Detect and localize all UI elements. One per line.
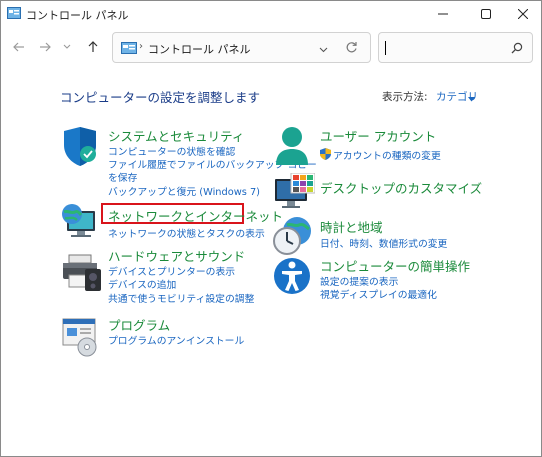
category-title-clock-region[interactable]: 時計と地域: [320, 217, 383, 236]
close-icon: [518, 9, 528, 19]
link-devices-printers[interactable]: デバイスとプリンターの表示: [108, 264, 235, 278]
link-file-history-backup-cont[interactable]: を保存: [108, 170, 137, 184]
link-mobility-settings[interactable]: 共通で使うモビリティ設定の調整: [108, 291, 254, 305]
printer-speaker-icon[interactable]: [61, 251, 103, 293]
maximize-icon: [481, 9, 491, 19]
chevron-down-icon: [319, 47, 328, 53]
shield-security-icon[interactable]: [61, 125, 103, 167]
maximize-button[interactable]: [468, 1, 504, 27]
category-title-network-internet[interactable]: ネットワークとインターネット: [108, 206, 283, 225]
category-title-personalization[interactable]: デスクトップのカスタマイズ: [320, 178, 482, 197]
category-title-hardware-sound[interactable]: ハードウェアとサウンド: [108, 246, 245, 265]
link-add-device[interactable]: デバイスの追加: [108, 277, 176, 291]
close-button[interactable]: [505, 1, 541, 27]
search-box[interactable]: [378, 32, 533, 63]
up-arrow-icon: [88, 41, 98, 52]
link-network-status-tasks[interactable]: ネットワークの状態とタスクの表示: [108, 226, 265, 240]
control-panel-window: コントロール パネル › コントロール パネル コンピューターの設定を調整します…: [0, 0, 542, 457]
refresh-button[interactable]: [345, 41, 358, 57]
navigation-bar: › コントロール パネル: [1, 31, 541, 65]
link-uninstall-program[interactable]: プログラムのアンインストール: [108, 333, 244, 347]
control-panel-location-icon: [121, 42, 137, 54]
category-title-system-security[interactable]: システムとセキュリティ: [108, 126, 244, 145]
breadcrumb-control-panel[interactable]: コントロール パネル: [148, 41, 251, 57]
forward-button[interactable]: [35, 38, 55, 56]
window-title: コントロール パネル: [26, 9, 129, 22]
caret-down-icon: [468, 97, 475, 102]
breadcrumb-separator: ›: [139, 41, 143, 52]
category-title-user-accounts[interactable]: ユーザー アカウント: [320, 126, 436, 145]
clock-globe-icon[interactable]: [273, 215, 315, 257]
up-button[interactable]: [83, 38, 103, 56]
page-heading: コンピューターの設定を調整します: [60, 90, 261, 105]
link-check-computer-status[interactable]: コンピューターの状態を確認: [108, 144, 235, 158]
category-title-ease-of-access[interactable]: コンピューターの簡単操作: [320, 256, 470, 275]
user-account-icon[interactable]: [273, 125, 315, 167]
link-backup-restore[interactable]: バックアップと復元 (Windows 7): [108, 184, 260, 198]
text-cursor: [385, 41, 386, 55]
link-optimize-visual-display[interactable]: 視覚ディスプレイの最適化: [320, 287, 437, 301]
link-date-time-number-format[interactable]: 日付、時刻、数値形式の変更: [320, 236, 447, 250]
view-by-label: 表示方法:: [382, 91, 428, 103]
view-by-dropdown-arrow[interactable]: [468, 92, 475, 105]
chevron-down-icon: [63, 44, 71, 49]
network-globe-icon[interactable]: [59, 201, 101, 243]
programs-icon[interactable]: [61, 315, 103, 357]
category-title-programs[interactable]: プログラム: [108, 315, 170, 334]
refresh-icon: [346, 42, 357, 53]
link-suggested-settings[interactable]: 設定の提案の表示: [320, 274, 398, 288]
uac-shield-icon: [320, 148, 331, 160]
back-arrow-icon: [13, 42, 24, 52]
address-bar[interactable]: › コントロール パネル: [112, 32, 371, 63]
control-panel-app-icon: [7, 7, 21, 19]
search-icon[interactable]: [511, 42, 523, 57]
back-button[interactable]: [9, 38, 29, 56]
title-bar[interactable]: コントロール パネル: [1, 1, 541, 27]
desktop-personalization-icon[interactable]: [273, 173, 315, 215]
address-dropdown-button[interactable]: [319, 43, 328, 56]
search-input[interactable]: [388, 39, 506, 57]
forward-arrow-icon: [40, 42, 51, 52]
link-change-account-type[interactable]: アカウントの種類の変更: [333, 148, 441, 162]
accessibility-icon[interactable]: [273, 256, 315, 298]
minimize-button[interactable]: [425, 1, 461, 27]
recent-locations-button[interactable]: [60, 38, 74, 56]
minimize-icon: [438, 13, 448, 15]
